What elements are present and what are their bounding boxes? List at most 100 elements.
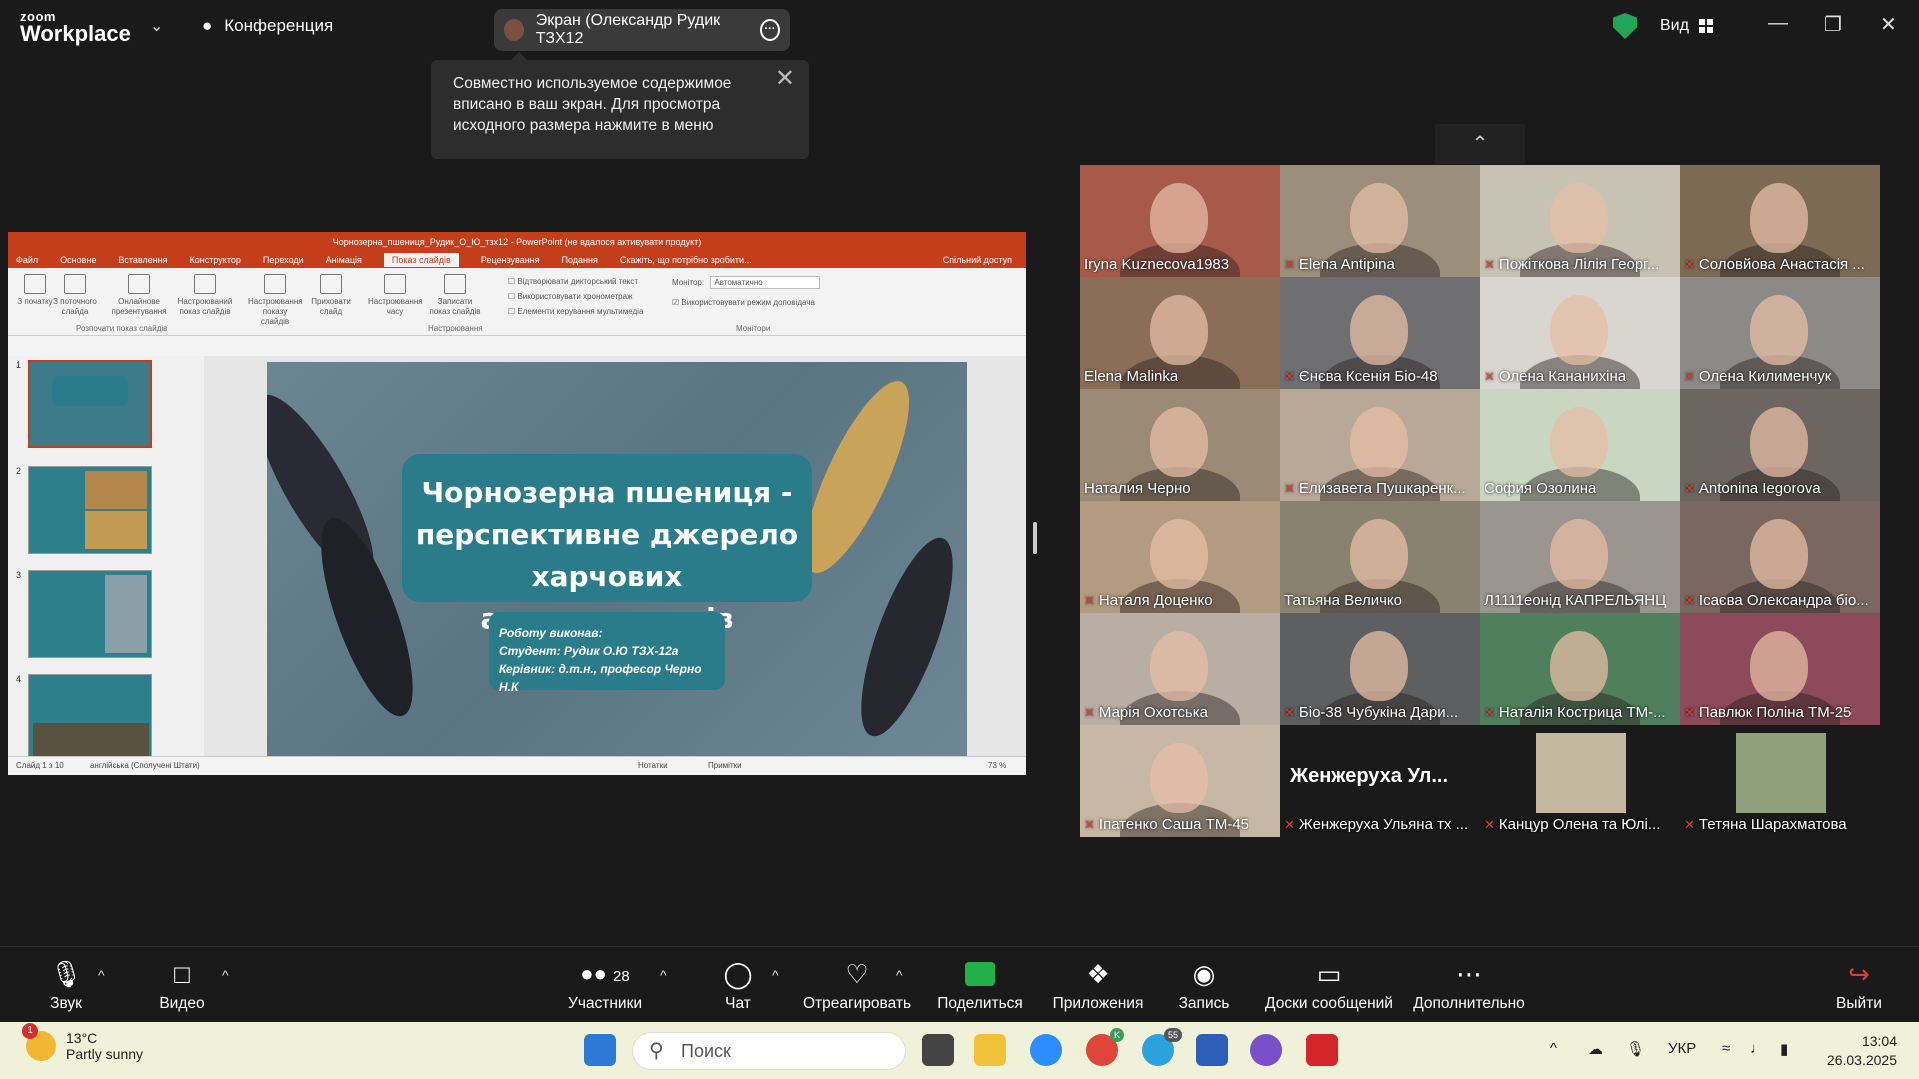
- participant-tile[interactable]: Iryna Kuznecova1983: [1080, 165, 1280, 277]
- current-slide[interactable]: Чорнозерна пшениця - перспективне джерел…: [267, 362, 967, 756]
- participant-tile[interactable]: ✕ Елизавета Пушкаренк...: [1280, 389, 1480, 501]
- share-button[interactable]: Поделиться: [936, 957, 1024, 1013]
- view-button[interactable]: Вид: [1660, 17, 1713, 35]
- participant-tile[interactable]: Женжеруха Ул... ✕ Женжеруха Ульяна тх ...: [1280, 725, 1480, 837]
- participant-tile[interactable]: ✕ Канцур Олена та Юлі...: [1480, 725, 1680, 837]
- weather-widget[interactable]: 1 13°C Partly sunny: [22, 1023, 143, 1062]
- viber-icon[interactable]: [1250, 1034, 1282, 1066]
- zoom-level[interactable]: 73 %: [988, 757, 1006, 775]
- participant-tile[interactable]: София Озолина: [1480, 389, 1680, 501]
- ribbon-setup[interactable]: Настроювання показу слайдів: [248, 274, 303, 327]
- participant-tile[interactable]: Татьяна Величко: [1280, 501, 1480, 613]
- slide-thumbnail[interactable]: [28, 360, 152, 448]
- volume-icon[interactable]: ♩: [1750, 1040, 1765, 1057]
- check-media[interactable]: ☐ Елементи керування мультимедіа: [508, 304, 643, 319]
- ppt-tab-design[interactable]: Конструктор: [190, 255, 241, 265]
- chevron-up-icon[interactable]: ⌃: [1435, 124, 1525, 164]
- ppt-tab-file[interactable]: Файл: [16, 255, 38, 265]
- wifi-icon[interactable]: ≈: [1722, 1040, 1730, 1057]
- participant-tile[interactable]: ✕ Ісаєва Олександра біо...: [1680, 501, 1880, 613]
- participant-tile[interactable]: Л1111еонід КАПРЕЛЬЯНЦ: [1480, 501, 1680, 613]
- ppt-tab-view[interactable]: Подання: [562, 255, 598, 265]
- close-icon[interactable]: ✕: [1880, 12, 1897, 37]
- ppt-share[interactable]: Спільний доступ: [943, 255, 1012, 265]
- slide-thumbnail[interactable]: [28, 570, 152, 658]
- react-button[interactable]: ♡ Отреагировать: [802, 957, 912, 1013]
- participant-tile[interactable]: ✕ Antonina Iegorova: [1680, 389, 1880, 501]
- slide-thumbnail[interactable]: [28, 466, 152, 554]
- word-icon[interactable]: [1196, 1034, 1228, 1066]
- participant-tile[interactable]: ✕ Павлюк Поліна ТМ-25: [1680, 613, 1880, 725]
- acrobat-icon[interactable]: [1306, 1034, 1338, 1066]
- ppt-tell-me[interactable]: Скажіть, що потрібно зробити...: [620, 255, 752, 265]
- participant-tile[interactable]: Elena Malinka: [1080, 277, 1280, 389]
- boards-button[interactable]: ▭ Доски сообщений: [1262, 957, 1396, 1013]
- react-options-icon[interactable]: ^: [896, 967, 903, 983]
- network-off-icon[interactable]: ☁: [1588, 1040, 1603, 1058]
- telegram-icon[interactable]: 55: [1142, 1028, 1182, 1066]
- ppt-tab-slideshow[interactable]: Показ слайдів: [383, 253, 459, 267]
- participants-options-icon[interactable]: ^: [660, 967, 667, 983]
- ppt-tab-review[interactable]: Рецензування: [481, 255, 540, 265]
- ribbon-rehearse[interactable]: Настроювання часу: [368, 274, 423, 317]
- record-button[interactable]: ◉ Запись: [1176, 957, 1232, 1013]
- ribbon-record[interactable]: Записати показ слайдів: [428, 274, 482, 317]
- participant-tile[interactable]: ✕ Соловйова Анастасія ...: [1680, 165, 1880, 277]
- task-view-icon[interactable]: [922, 1034, 954, 1066]
- file-explorer-icon[interactable]: [974, 1034, 1006, 1066]
- participant-tile[interactable]: ✕ Олена Кананихіна: [1480, 277, 1680, 389]
- participant-tile[interactable]: ✕ Пожіткова Лілія Георг...: [1480, 165, 1680, 277]
- ppt-tab-animation[interactable]: Анімація: [326, 255, 362, 265]
- video-options-icon[interactable]: ^: [222, 967, 229, 983]
- participants-button[interactable]: ●● 28 Участники: [560, 957, 650, 1013]
- minimize-icon[interactable]: —: [1768, 12, 1788, 35]
- mic-icon[interactable]: 🎙: [1626, 1040, 1645, 1058]
- conference-menu[interactable]: ● Конференция: [202, 16, 333, 36]
- participant-tile[interactable]: ✕ Марія Охотська: [1080, 613, 1280, 725]
- chevron-down-icon[interactable]: ⌄: [150, 16, 163, 36]
- leave-button[interactable]: ↪ Выйти: [1836, 957, 1882, 1013]
- participant-tile[interactable]: ✕ Єнєва Ксенія Біо-48: [1280, 277, 1480, 389]
- security-shield-icon[interactable]: [1613, 13, 1637, 39]
- shared-screen[interactable]: Чорнозерна_пшениця_Рудик_О_Ю_тзх12 - Pow…: [8, 232, 1026, 775]
- notes-button[interactable]: Нотатки: [638, 757, 668, 775]
- participant-tile[interactable]: Наталия Черно: [1080, 389, 1280, 501]
- video-button[interactable]: □ Видео: [158, 957, 206, 1013]
- clock[interactable]: 13:04 26.03.2025: [1827, 1032, 1897, 1070]
- chevron-up-icon[interactable]: ^: [1550, 1040, 1557, 1057]
- participant-tile[interactable]: ✕ Наталія Кострица ТМ-...: [1480, 613, 1680, 725]
- close-icon[interactable]: ✕: [775, 67, 795, 91]
- check-presenter[interactable]: ☑ Використовувати режим доповідача: [672, 298, 815, 307]
- ribbon-online[interactable]: Онлайнове презентування: [106, 274, 172, 317]
- ribbon-custom-show[interactable]: Настроюваний показ слайдів: [172, 274, 238, 317]
- participant-tile[interactable]: ✕ Тетяна Шарахматова: [1680, 725, 1880, 837]
- more-options-icon[interactable]: ···: [759, 19, 780, 41]
- check-narration[interactable]: ☐ Відтворювати дикторський текст: [508, 274, 643, 289]
- ppt-tab-home[interactable]: Основне: [60, 255, 96, 265]
- slide-thumbnail[interactable]: [28, 674, 152, 762]
- ribbon-hide-slide[interactable]: Приховати слайд: [304, 274, 358, 317]
- start-icon[interactable]: [584, 1034, 616, 1066]
- more-button[interactable]: ⋯ Дополнительно: [1412, 957, 1526, 1013]
- participant-tile[interactable]: ✕ Олена Килименчук: [1680, 277, 1880, 389]
- taskbar-search[interactable]: ⚲ Поиск: [632, 1032, 906, 1070]
- participant-tile[interactable]: ✕ Біо-38 Чубукіна Дари...: [1280, 613, 1480, 725]
- comments-button[interactable]: Примітки: [708, 757, 742, 775]
- ppt-tab-transitions[interactable]: Переходи: [263, 255, 304, 265]
- chrome-icon[interactable]: K: [1086, 1028, 1124, 1066]
- battery-icon[interactable]: ▮: [1780, 1040, 1788, 1058]
- participant-tile[interactable]: ✕ Наталя Доценко: [1080, 501, 1280, 613]
- zoom-app-icon[interactable]: [1030, 1034, 1062, 1066]
- participant-tile[interactable]: ✕ Іпатенко Саша ТМ-45: [1080, 725, 1280, 837]
- chat-button[interactable]: ◯ Чат: [720, 957, 756, 1013]
- restore-icon[interactable]: ❐: [1824, 12, 1842, 37]
- screen-share-pill[interactable]: Экран (Олександр Рудик ТЗХ12 ···: [494, 9, 790, 51]
- audio-options-icon[interactable]: ^: [98, 967, 105, 983]
- ribbon-from-current[interactable]: З поточного слайда: [48, 274, 102, 317]
- language-status[interactable]: англійська (Сполучені Штати): [90, 761, 200, 770]
- chat-options-icon[interactable]: ^: [772, 967, 779, 983]
- split-handle[interactable]: [1033, 522, 1037, 554]
- language-indicator[interactable]: УКР: [1668, 1040, 1696, 1057]
- ppt-tab-insert[interactable]: Вставлення: [118, 255, 167, 265]
- participant-tile[interactable]: ✕ Elena Antipina: [1280, 165, 1480, 277]
